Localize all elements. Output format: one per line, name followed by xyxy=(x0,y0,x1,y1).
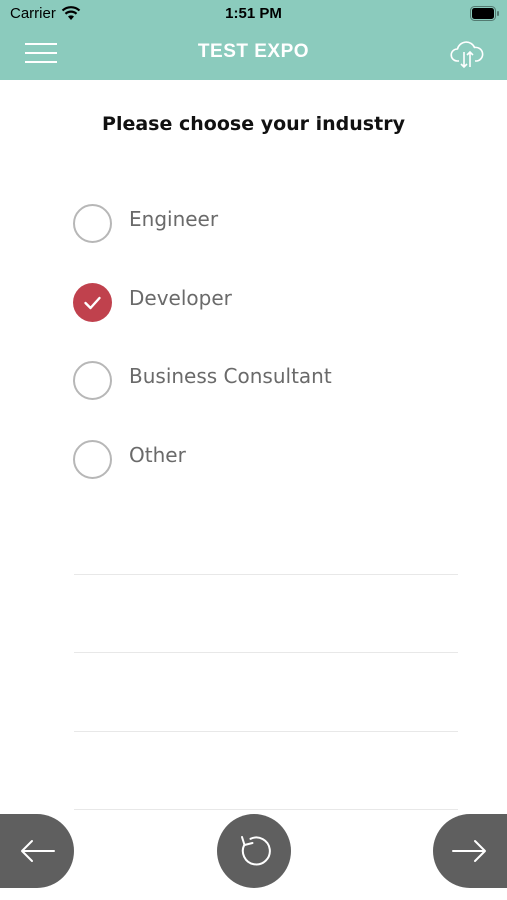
divider xyxy=(74,731,458,732)
option-developer[interactable]: Developer xyxy=(72,282,432,324)
radio-unchecked-icon[interactable] xyxy=(73,440,112,479)
app-title: TEST EXPO xyxy=(197,41,310,62)
option-business-consultant[interactable]: Business Consultant xyxy=(72,360,432,402)
cloud-sync-icon[interactable] xyxy=(450,39,484,69)
battery-icon xyxy=(470,6,499,21)
arrow-right-icon xyxy=(452,840,486,862)
divider xyxy=(74,652,458,653)
reset-icon xyxy=(241,836,271,866)
option-other[interactable]: Other xyxy=(72,439,432,481)
status-bar: Carrier 1:51 PM xyxy=(0,0,507,28)
back-button[interactable] xyxy=(0,814,74,888)
radio-unchecked-icon[interactable] xyxy=(73,204,112,243)
radio-unchecked-icon[interactable] xyxy=(73,361,112,400)
status-time: 1:51 PM xyxy=(225,5,282,22)
option-label: Other xyxy=(129,443,186,467)
question-title: Please choose your industry xyxy=(102,113,405,135)
option-label: Business Consultant xyxy=(129,364,332,388)
option-label: Developer xyxy=(129,286,232,310)
arrow-left-icon xyxy=(21,840,55,862)
radio-checked-icon[interactable] xyxy=(73,283,112,322)
option-engineer[interactable]: Engineer xyxy=(72,203,432,245)
nav-bar: TEST EXPO xyxy=(0,28,507,80)
option-label: Engineer xyxy=(129,207,219,231)
next-button[interactable] xyxy=(433,814,507,888)
divider xyxy=(74,574,458,575)
divider xyxy=(74,809,458,810)
reset-button[interactable] xyxy=(217,814,291,888)
